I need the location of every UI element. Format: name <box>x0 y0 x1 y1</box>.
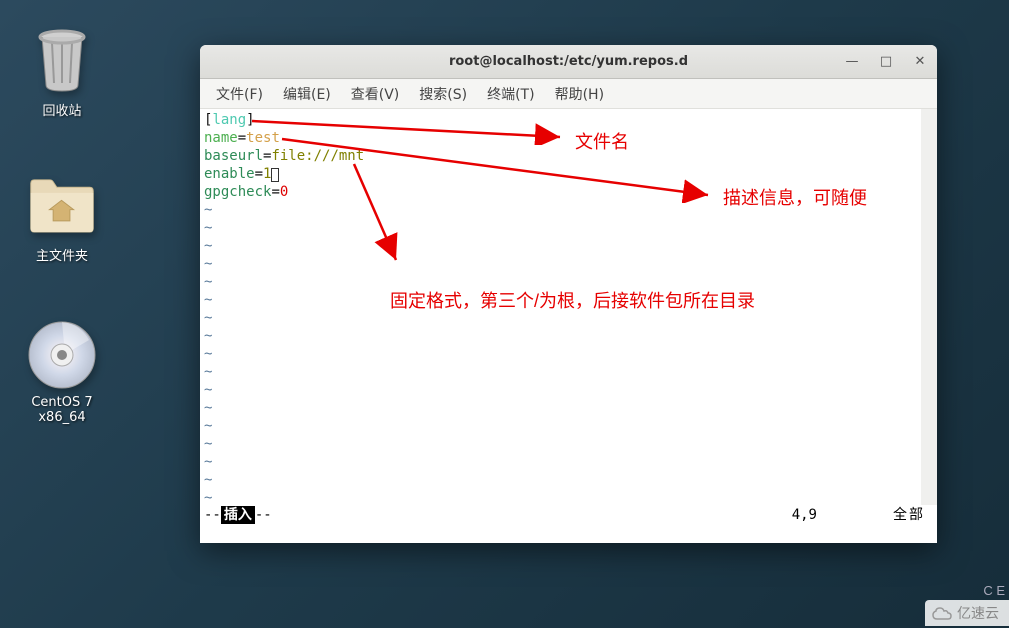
menu-file[interactable]: 文件(F) <box>208 80 271 108</box>
vim-status-line: -- 插入 -- 4,9 全部 <box>200 505 937 524</box>
menu-search[interactable]: 搜索(S) <box>411 80 475 108</box>
trash-label: 回收站 <box>12 100 112 119</box>
watermark: 亿速云 <box>925 600 1009 626</box>
home-folder-label: 主文件夹 <box>12 245 112 264</box>
cd-desktop-icon[interactable]: CentOS 7 x86_64 <box>12 320 112 425</box>
maximize-button[interactable]: □ <box>877 53 895 71</box>
vim-position: 4,9 <box>792 506 817 524</box>
cloud-icon <box>931 605 953 621</box>
home-folder-desktop-icon[interactable]: 主文件夹 <box>12 170 112 264</box>
terminal-window: root@localhost:/etc/yum.repos.d — □ ✕ 文件… <box>200 45 937 543</box>
close-button[interactable]: ✕ <box>911 53 929 71</box>
vim-scope: 全部 <box>893 506 925 524</box>
trash-desktop-icon[interactable]: 回收站 <box>12 25 112 119</box>
menu-terminal[interactable]: 终端(T) <box>479 80 542 108</box>
screen-indicator: C E <box>983 583 1005 598</box>
vim-mode: 插入 <box>221 506 255 524</box>
cd-label: CentOS 7 x86_64 <box>12 395 112 425</box>
window-title: root@localhost:/etc/yum.repos.d <box>449 54 688 69</box>
menu-view[interactable]: 查看(V) <box>343 80 408 108</box>
cd-icon <box>27 320 97 390</box>
window-titlebar[interactable]: root@localhost:/etc/yum.repos.d — □ ✕ <box>200 45 937 79</box>
menubar: 文件(F) 编辑(E) 查看(V) 搜索(S) 终端(T) 帮助(H) <box>200 79 937 109</box>
terminal-content[interactable]: [lang] name=test baseurl=file:///mnt ena… <box>200 109 937 524</box>
trash-icon <box>27 25 97 95</box>
menu-edit[interactable]: 编辑(E) <box>275 80 339 108</box>
minimize-button[interactable]: — <box>843 53 861 71</box>
text-cursor <box>271 168 279 182</box>
folder-icon <box>27 170 97 240</box>
menu-help[interactable]: 帮助(H) <box>547 80 612 108</box>
